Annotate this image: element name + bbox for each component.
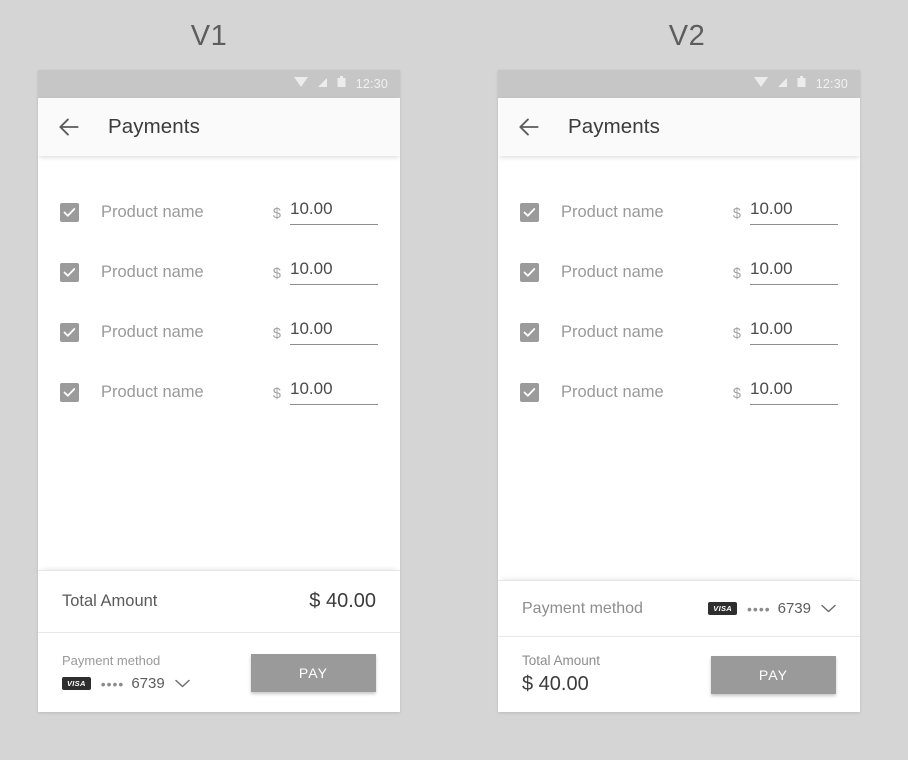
- product-name-label: Product name: [561, 262, 664, 281]
- table-row: Product name $ 10.00: [498, 242, 860, 302]
- payment-method-row[interactable]: Payment method VISA •••• 6739: [498, 580, 860, 636]
- phone-mockup-v2: 12:30 Payments Product name $ 10.00 Prod…: [498, 70, 860, 712]
- signal-icon: [317, 75, 328, 93]
- product-checkbox[interactable]: [60, 322, 79, 342]
- payment-method-row: Payment method VISA •••• 6739 PAY: [38, 632, 400, 712]
- chevron-down-icon[interactable]: [174, 675, 190, 693]
- battery-icon: [797, 75, 806, 93]
- currency-symbol: $: [732, 386, 741, 402]
- price-group: $ 10.00: [733, 319, 838, 345]
- payment-method-selector[interactable]: VISA •••• 6739: [62, 675, 190, 693]
- version-label-v2: V2: [668, 20, 706, 52]
- page-title: Payments: [568, 115, 660, 138]
- table-row: Product name $ 10.00: [38, 242, 400, 302]
- price-input[interactable]: 10.00: [750, 319, 838, 345]
- table-row: Product name $ 10.00: [38, 362, 400, 422]
- currency-symbol: $: [272, 386, 281, 402]
- currency-symbol: $: [732, 326, 741, 342]
- product-list-v1: Product name $ 10.00 Product name $ 10.0…: [38, 156, 400, 570]
- product-list-v2: Product name $ 10.00 Product name $ 10.0…: [498, 156, 860, 580]
- battery-icon: [337, 75, 346, 93]
- product-checkbox[interactable]: [520, 262, 539, 282]
- price-input[interactable]: 10.00: [290, 199, 378, 225]
- page-title: Payments: [108, 115, 200, 138]
- visa-icon: VISA: [62, 676, 91, 691]
- currency-symbol: $: [272, 266, 281, 282]
- total-amount-label: Total Amount: [522, 653, 601, 668]
- product-checkbox[interactable]: [60, 262, 79, 282]
- comparison-stage: V1 V2 12:30 Payments Product name $ 10.0…: [0, 0, 908, 760]
- product-checkbox[interactable]: [520, 202, 539, 222]
- product-name-label: Product name: [101, 382, 204, 401]
- product-name-label: Product name: [101, 322, 204, 341]
- footer-v1: Total Amount $ 40.00 Payment method VISA…: [38, 570, 400, 712]
- back-arrow-icon[interactable]: [516, 114, 542, 140]
- price-group: $ 10.00: [273, 379, 378, 405]
- app-bar: Payments: [498, 98, 860, 156]
- payment-method-selector[interactable]: VISA •••• 6739: [708, 600, 836, 618]
- price-input[interactable]: 10.00: [750, 259, 838, 285]
- table-row: Product name $ 10.00: [38, 182, 400, 242]
- status-time: 12:30: [355, 77, 388, 91]
- footer-v2: Payment method VISA •••• 6739 Total Amou…: [498, 580, 860, 712]
- product-name-label: Product name: [101, 202, 204, 221]
- card-mask: ••••: [747, 600, 771, 617]
- payment-method-group: Payment method VISA •••• 6739: [62, 653, 190, 693]
- price-group: $ 10.00: [273, 319, 378, 345]
- total-amount-row: Total Amount $ 40.00 PAY: [498, 636, 860, 712]
- total-amount-value: $ 40.00: [522, 673, 589, 695]
- wifi-icon: [753, 75, 768, 93]
- price-group: $ 10.00: [733, 199, 838, 225]
- payment-method-label: Payment method: [522, 599, 643, 617]
- product-name-label: Product name: [561, 382, 664, 401]
- visa-icon: VISA: [708, 601, 738, 616]
- chevron-down-icon[interactable]: [821, 600, 836, 618]
- status-bar: 12:30: [498, 70, 860, 98]
- total-amount-label: Total Amount: [62, 592, 158, 610]
- currency-symbol: $: [732, 206, 741, 222]
- card-mask: ••••: [100, 675, 125, 692]
- table-row: Product name $ 10.00: [498, 182, 860, 242]
- card-last4: 6739: [777, 600, 811, 617]
- product-name-label: Product name: [561, 202, 664, 221]
- product-checkbox[interactable]: [60, 382, 79, 402]
- status-bar: 12:30: [38, 70, 400, 98]
- pay-button[interactable]: PAY: [711, 655, 836, 694]
- currency-symbol: $: [732, 266, 741, 282]
- product-checkbox[interactable]: [520, 322, 539, 342]
- product-checkbox[interactable]: [60, 202, 79, 222]
- card-last4: 6739: [131, 675, 165, 692]
- price-group: $ 10.00: [733, 259, 838, 285]
- status-time: 12:30: [815, 77, 848, 91]
- price-input[interactable]: 10.00: [750, 199, 838, 225]
- total-amount-row: Total Amount $ 40.00: [38, 570, 400, 632]
- version-label-v1: V1: [190, 20, 228, 52]
- payment-method-label: Payment method: [62, 652, 161, 668]
- back-arrow-icon[interactable]: [56, 114, 82, 140]
- phone-mockup-v1: 12:30 Payments Product name $ 10.00 Prod…: [38, 70, 400, 712]
- signal-icon: [777, 75, 788, 93]
- price-input[interactable]: 10.00: [750, 379, 838, 405]
- pay-button[interactable]: PAY: [251, 653, 376, 692]
- price-group: $ 10.00: [733, 379, 838, 405]
- wifi-icon: [293, 75, 308, 93]
- price-group: $ 10.00: [273, 199, 378, 225]
- app-bar: Payments: [38, 98, 400, 156]
- table-row: Product name $ 10.00: [498, 302, 860, 362]
- product-name-label: Product name: [101, 262, 204, 281]
- price-group: $ 10.00: [273, 259, 378, 285]
- table-row: Product name $ 10.00: [38, 302, 400, 362]
- currency-symbol: $: [272, 206, 281, 222]
- table-row: Product name $ 10.00: [498, 362, 860, 422]
- product-name-label: Product name: [561, 322, 664, 341]
- total-amount-group: Total Amount $ 40.00: [522, 653, 600, 696]
- currency-symbol: $: [272, 326, 281, 342]
- product-checkbox[interactable]: [520, 382, 539, 402]
- price-input[interactable]: 10.00: [290, 319, 378, 345]
- price-input[interactable]: 10.00: [290, 259, 378, 285]
- total-amount-value: $ 40.00: [309, 590, 376, 612]
- price-input[interactable]: 10.00: [290, 379, 378, 405]
